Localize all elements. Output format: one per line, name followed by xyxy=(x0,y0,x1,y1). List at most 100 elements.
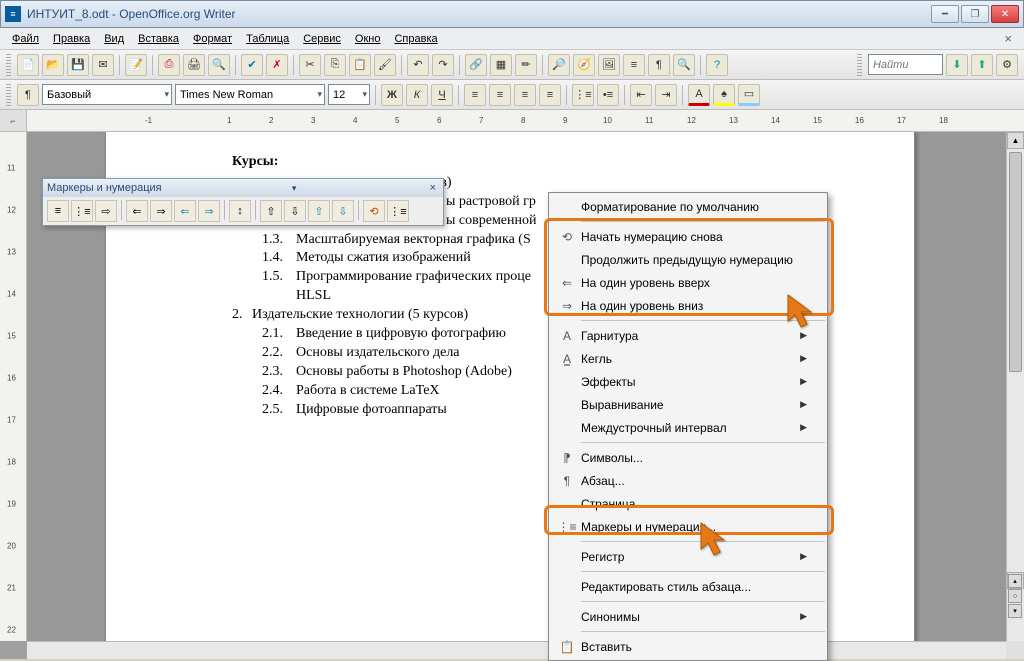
context-menu-item[interactable]: Эффекты▶ xyxy=(549,370,827,393)
font-size-dropdown[interactable]: 12 xyxy=(328,84,370,105)
close-window-button[interactable]: ✕ xyxy=(991,5,1019,23)
font-color-button[interactable]: A xyxy=(688,84,710,106)
next-page-button[interactable]: ▾ xyxy=(1008,604,1022,618)
context-menu-item[interactable]: 📋Вставить xyxy=(549,635,827,658)
vertical-ruler[interactable]: 11 12 13 14 15 16 17 18 19 20 21 22 xyxy=(0,132,27,641)
prev-page-button[interactable]: ▴ xyxy=(1008,574,1022,588)
list-on-button[interactable]: ⋮≡ xyxy=(71,200,93,222)
context-menu-item[interactable]: Междустрочный интервал▶ xyxy=(549,416,827,439)
increase-indent-button[interactable]: ⇥ xyxy=(655,84,677,106)
minimize-button[interactable]: ━ xyxy=(931,5,959,23)
paste-button[interactable]: 📋 xyxy=(349,54,371,76)
context-menu-item[interactable]: Регистр▶ xyxy=(549,545,827,568)
context-menu-item[interactable]: Страница... xyxy=(549,492,827,515)
context-menu-item[interactable]: A͇Кегль▶ xyxy=(549,347,827,370)
nonprint-chars-button[interactable]: ¶ xyxy=(648,54,670,76)
float-toolbar-close[interactable]: × xyxy=(427,182,439,194)
font-name-dropdown[interactable]: Times New Roman xyxy=(175,84,325,105)
zoom-button[interactable]: 🔍 xyxy=(673,54,695,76)
find-prev-button[interactable]: ⬆ xyxy=(971,54,993,76)
promote-one-button[interactable]: ⇒ xyxy=(150,200,172,222)
undo-button[interactable]: ↶ xyxy=(407,54,429,76)
align-right-button[interactable]: ≡ xyxy=(514,84,536,106)
context-menu-item[interactable]: ¶Абзац... xyxy=(549,469,827,492)
context-menu-item[interactable]: ⋮≡Маркеры и нумерация... xyxy=(549,515,827,538)
context-menu-item[interactable]: ⇐На один уровень вверх xyxy=(549,271,827,294)
edit-file-button[interactable]: 📝 xyxy=(125,54,147,76)
bullets-button[interactable]: •≡ xyxy=(597,84,619,106)
context-menu-item[interactable]: Выравнивание▶ xyxy=(549,393,827,416)
menu-help[interactable]: Справка xyxy=(388,31,443,47)
gallery-button[interactable]: 🖼 xyxy=(598,54,620,76)
horizontal-ruler[interactable]: -1 1 2 3 4 5 6 7 8 9 10 11 12 13 14 15 1… xyxy=(27,110,1024,131)
context-menu-item[interactable]: Редактировать стиль абзаца... xyxy=(549,575,827,598)
align-left-button[interactable]: ≡ xyxy=(464,84,486,106)
print-button[interactable]: 🖨 xyxy=(183,54,205,76)
preview-button[interactable]: 🔍 xyxy=(208,54,230,76)
navigator-button[interactable]: 🧭 xyxy=(573,54,595,76)
toolbar-handle[interactable] xyxy=(6,84,11,106)
find-next-button[interactable]: ⬇ xyxy=(946,54,968,76)
context-menu-item[interactable]: Продолжить предыдущую нумерацию xyxy=(549,248,827,271)
bullets-numbering-toolbar[interactable]: Маркеры и нумерация ▾ × ≡ ⋮≡ ⇨ ⇐ ⇒ ⇐ ⇒ ↕… xyxy=(42,178,444,226)
save-button[interactable]: 💾 xyxy=(67,54,89,76)
toolbar-handle[interactable] xyxy=(857,54,862,76)
menu-table[interactable]: Таблица xyxy=(240,31,295,47)
move-down-button[interactable]: ⇩ xyxy=(284,200,306,222)
numbering-button[interactable]: ⋮≡ xyxy=(572,84,594,106)
toolbar-handle[interactable] xyxy=(6,54,11,76)
align-justify-button[interactable]: ≡ xyxy=(539,84,561,106)
paragraph-style-dropdown[interactable]: Базовый xyxy=(42,84,172,105)
menu-format[interactable]: Формат xyxy=(187,31,238,47)
bold-button[interactable]: Ж xyxy=(381,84,403,106)
restore-button[interactable]: ❐ xyxy=(961,5,989,23)
spellcheck-button[interactable]: ✔ xyxy=(241,54,263,76)
context-menu-item[interactable]: ⟲Начать нумерацию снова xyxy=(549,225,827,248)
copy-button[interactable]: ⎘ xyxy=(324,54,346,76)
show-draw-button[interactable]: ✏ xyxy=(515,54,537,76)
restart-numbering-button[interactable]: ⟲ xyxy=(363,200,385,222)
context-menu-item[interactable]: Форматирование по умолчанию xyxy=(549,195,827,218)
italic-button[interactable]: К xyxy=(406,84,428,106)
find-options-button[interactable]: ⚙ xyxy=(996,54,1018,76)
demote-one-button[interactable]: ⇐ xyxy=(126,200,148,222)
vertical-scrollbar[interactable]: ▲ ▼ ▴ ○ ▾ xyxy=(1006,132,1024,641)
list-off-button[interactable]: ≡ xyxy=(47,200,69,222)
context-menu-item[interactable]: ⇒На один уровень вниз xyxy=(549,294,827,317)
menu-window[interactable]: Окно xyxy=(349,31,387,47)
autospell-button[interactable]: ✗ xyxy=(266,54,288,76)
bg-color-button[interactable]: ▭ xyxy=(738,84,760,106)
find-input[interactable] xyxy=(868,54,943,75)
move-up-button[interactable]: ⇧ xyxy=(260,200,282,222)
context-menu-item[interactable]: ⁋Символы... xyxy=(549,446,827,469)
email-button[interactable]: ✉ xyxy=(92,54,114,76)
demote-button[interactable]: ⇨ xyxy=(95,200,117,222)
scroll-thumb[interactable] xyxy=(1009,152,1022,372)
float-toolbar-titlebar[interactable]: Маркеры и нумерация ▾ × xyxy=(43,179,443,197)
find-replace-button[interactable]: 🔎 xyxy=(548,54,570,76)
nav-select-button[interactable]: ○ xyxy=(1008,589,1022,603)
horizontal-scrollbar[interactable] xyxy=(27,641,1006,659)
menu-tools[interactable]: Сервис xyxy=(297,31,347,47)
hyperlink-button[interactable]: 🔗 xyxy=(465,54,487,76)
format-paint-button[interactable]: 🖌 xyxy=(374,54,396,76)
cut-button[interactable]: ✂ xyxy=(299,54,321,76)
underline-button[interactable]: Ч xyxy=(431,84,453,106)
menu-edit[interactable]: Правка xyxy=(47,31,96,47)
redo-button[interactable]: ↷ xyxy=(432,54,454,76)
insert-unnumbered-button[interactable]: ↕ xyxy=(229,200,251,222)
table-button[interactable]: ▦ xyxy=(490,54,512,76)
menu-view[interactable]: Вид xyxy=(98,31,130,47)
datasources-button[interactable]: ≡ xyxy=(623,54,645,76)
move-up-sub-button[interactable]: ⇧ xyxy=(308,200,330,222)
decrease-indent-button[interactable]: ⇤ xyxy=(630,84,652,106)
help-button[interactable]: ? xyxy=(706,54,728,76)
promote-sub-button[interactable]: ⇒ xyxy=(198,200,220,222)
menu-file[interactable]: Файл xyxy=(6,31,45,47)
move-down-sub-button[interactable]: ⇩ xyxy=(332,200,354,222)
bullets-dialog-button[interactable]: ⋮≡ xyxy=(387,200,409,222)
styles-button[interactable]: ¶ xyxy=(17,84,39,106)
new-doc-button[interactable]: 📄 xyxy=(17,54,39,76)
export-pdf-button[interactable]: ⎙ xyxy=(158,54,180,76)
context-menu-item[interactable]: AГарнитура▶ xyxy=(549,324,827,347)
